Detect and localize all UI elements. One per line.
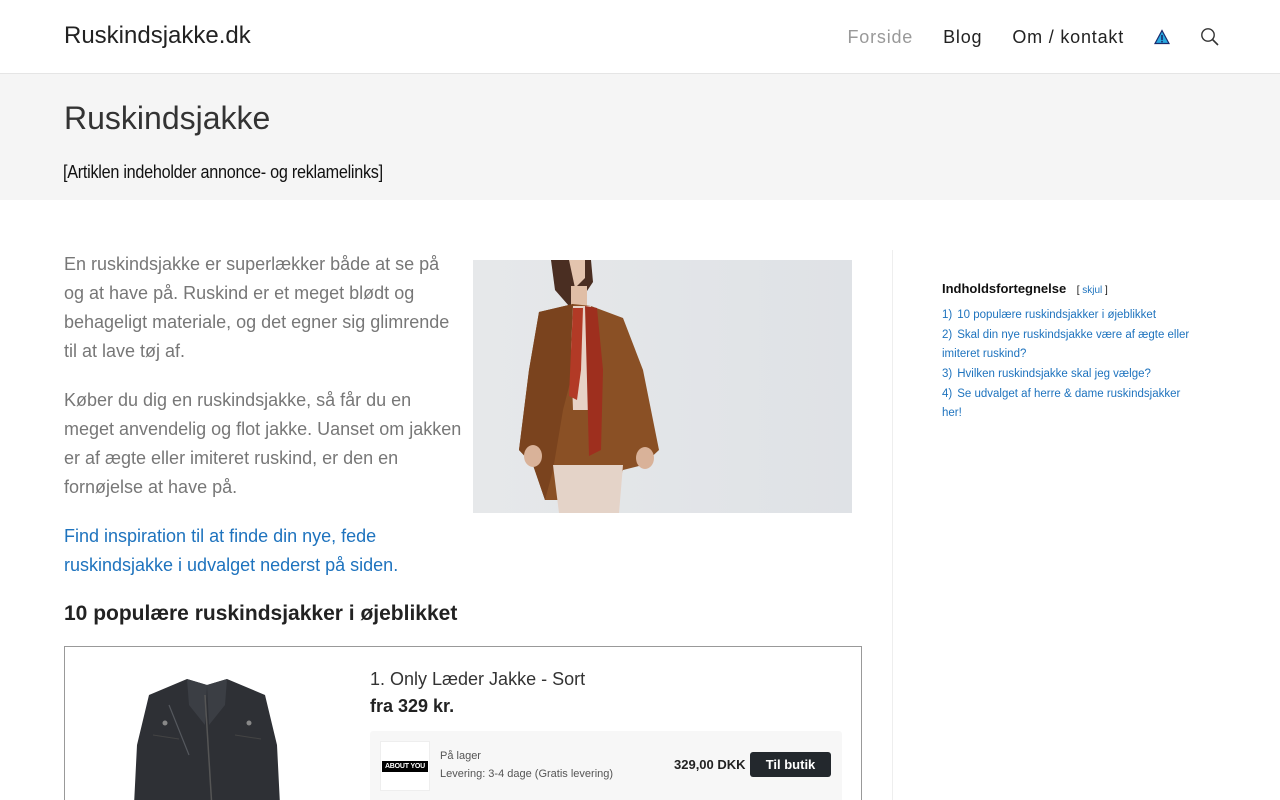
offer-row: ABOUT YOU På lager Levering: 3-4 dage (G… [370, 731, 842, 800]
nav-blog[interactable]: Blog [943, 27, 982, 48]
site-header: Ruskindsjakke.dk Forside Blog Om / konta… [0, 0, 1280, 74]
toc-title: Indholdsfortegnelse [942, 281, 1067, 296]
site-logo[interactable]: Ruskindsjakke.dk [64, 22, 251, 50]
nav-om-kontakt[interactable]: Om / kontakt [1012, 27, 1124, 48]
toc-item[interactable]: 2) Skal din nye ruskindsjakke være af ægt… [942, 326, 1202, 364]
nav-forside[interactable]: Forside [848, 27, 914, 48]
product-from-price: fra 329 kr. [370, 696, 455, 716]
main-nav: Forside Blog Om / kontakt [818, 0, 1221, 74]
table-of-contents: Indholdsfortegnelse [ skjul ] 1) 10 popul… [942, 280, 1202, 424]
warning-icon[interactable] [1153, 29, 1171, 45]
section-heading-popular: 10 populære ruskindsjakker i øjeblikket [64, 602, 458, 625]
inspiration-link[interactable]: Find inspiration til at finde din nye, f… [64, 522, 464, 580]
intro-paragraph-1: En ruskindsjakke er superlækker både at … [64, 254, 450, 361]
to-shop-button[interactable]: Til butik [750, 752, 831, 777]
toc-item[interactable]: 4) Se udvalget af herre & dame ruskindsja… [942, 385, 1202, 423]
delivery-info: Levering: 3-4 dage (Gratis levering) [440, 768, 614, 780]
product-image-leather-jacket[interactable] [109, 665, 305, 800]
sidebar: Indholdsfortegnelse [ skjul ] 1) 10 popul… [892, 250, 1280, 800]
search-icon[interactable] [1200, 27, 1220, 47]
product-name[interactable]: 1. Only Læder Jakke - Sort [370, 669, 585, 690]
article-content: En ruskindsjakke er superlækker både at … [64, 250, 862, 626]
page-title: Ruskindsjakke [64, 100, 271, 136]
toc-hide-link[interactable]: skjul [1082, 285, 1102, 296]
ad-disclosure: [Artiklen indeholder annonce- og reklame… [63, 162, 383, 182]
toc-list: 1) 10 populære ruskindsjakker i øjeblikke… [942, 306, 1202, 423]
offer-price: 329,00 DKK [674, 757, 746, 772]
toc-toggle: [ skjul ] [1076, 285, 1108, 296]
toc-item[interactable]: 3) Hvilken ruskindsjakke skal jeg vælge? [942, 365, 1202, 384]
page-title-band: Ruskindsjakke [Artiklen indeholder annon… [0, 74, 1280, 200]
hero-image-woman-suede-jacket [473, 260, 852, 513]
shop-logo-about-you[interactable]: ABOUT YOU [380, 741, 430, 791]
product-card: 1. Only Læder Jakke - Sort fra 329 kr. A… [64, 646, 862, 800]
toc-item[interactable]: 1) 10 populære ruskindsjakker i øjeblikke… [942, 306, 1202, 325]
stock-status: På lager [440, 750, 481, 762]
intro-paragraph-2: Køber du dig en ruskindsjakke, så får du… [64, 390, 462, 497]
